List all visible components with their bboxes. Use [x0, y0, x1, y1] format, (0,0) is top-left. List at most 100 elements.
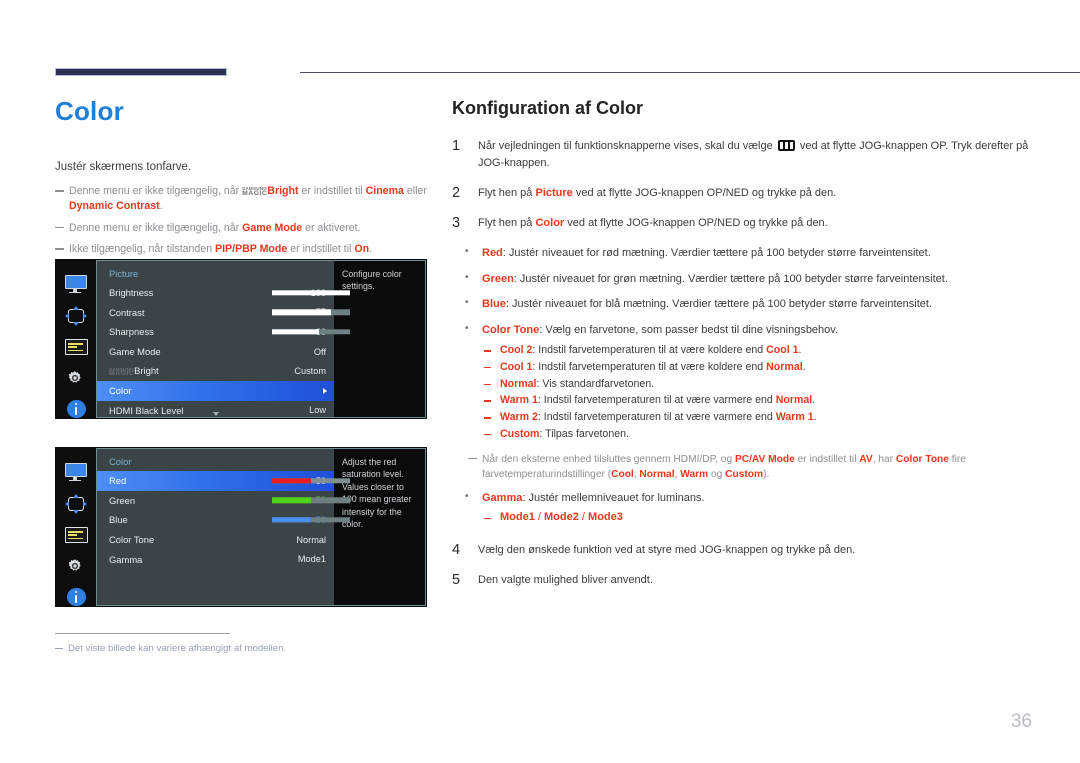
osd-picture-help: Configure color settings.	[334, 260, 426, 418]
osd-sidebar	[56, 260, 96, 418]
osd-row-red-bar[interactable]	[272, 478, 350, 484]
right-column: Konfiguration af Color 1 Når vejledninge…	[452, 98, 1030, 602]
osd-color-menu: Color Red 50 Green 50 Blue 50 Color Tone…	[55, 447, 427, 607]
footnote-text: Det viste billede kan variere afhængigt …	[55, 643, 395, 654]
note-magicbright-line2-bold: Dynamic Contrast	[69, 200, 160, 213]
jog-menu-icon	[777, 140, 795, 151]
subbullet-warm2-post: .	[813, 411, 817, 424]
gear-icon[interactable]	[64, 368, 88, 387]
osd-row-hdmi-black-level[interactable]: HDMI Black Level Low	[97, 401, 334, 421]
osd-row-contrast-label: Contrast	[109, 306, 145, 318]
osd-row-contrast[interactable]: Contrast 75	[97, 303, 350, 323]
osd-row-green[interactable]: Green 50	[97, 491, 350, 511]
subbullet-normal-bold: Normal	[500, 377, 537, 390]
gamma-mode2: Mode2	[544, 510, 579, 523]
osd-row-color-tone[interactable]: Color Tone Normal	[97, 530, 334, 550]
info-icon[interactable]	[66, 399, 86, 418]
subbullet-warm2: Warm 2: Indstil farvetemperaturen til at…	[452, 409, 1030, 426]
osd-row-gamma-value: Mode1	[297, 554, 326, 565]
note-av-b6: Warm	[680, 468, 709, 480]
osd-row-color-selected[interactable]: Color	[97, 380, 334, 401]
subbullet-warm1: Warm 1: Indstil farvetemperaturen til at…	[452, 392, 1030, 409]
page-title: Color	[55, 96, 124, 126]
gamma-mode1: Mode1	[500, 510, 535, 523]
subbullet-warm1-mid: : Indstil farvetemperaturen til at være …	[537, 394, 776, 407]
osd-list-icon[interactable]	[64, 526, 88, 543]
scroll-down-icon[interactable]	[212, 412, 219, 416]
subbullet-custom-bold: Custom	[500, 427, 540, 440]
note-gamemode-pre: Denne menu er ikke tilgængelig, når	[69, 221, 243, 234]
step-1-text: Når vejledningen til funktionsknapperne …	[478, 138, 1030, 172]
step-3-bold: Color	[535, 217, 565, 230]
four-way-arrows-icon[interactable]	[65, 306, 87, 326]
osd-row-magicbright[interactable]: SAMSUNG MAGIC Bright Custom	[97, 361, 334, 381]
osd-row-green-label: Green	[109, 494, 136, 506]
step-2-bold: Picture	[535, 187, 573, 200]
osd-row-sharpness-bar[interactable]	[272, 329, 350, 335]
step-2-post: ved at flytte JOG-knappen OP/NED og tryk…	[572, 187, 837, 200]
monitor-icon[interactable]	[64, 275, 88, 294]
chevron-right-icon	[323, 387, 327, 394]
bullet-blue: Blue: Justér niveauet for blå mætning. V…	[452, 295, 1030, 313]
osd-row-red-label: Red	[109, 475, 127, 487]
subbullet-normal: Normal: Vis standardfarvetonen.	[452, 376, 1030, 393]
gear-icon[interactable]	[64, 556, 88, 575]
header-rule-thick	[55, 68, 227, 76]
bullet-blue-bold: Blue	[482, 298, 506, 311]
osd-row-game-mode-label: Game Mode	[109, 346, 161, 358]
step-4: 4 Vælg den ønskede funktion ved at styre…	[452, 542, 1030, 559]
note-av-b4: Cool	[611, 468, 634, 480]
osd-magic-suffix: Bright	[134, 365, 159, 377]
note-magicbright-pre: Denne menu er ikke tilgængelig, når	[69, 185, 243, 197]
subbullet-cool1-bold: Cool 1	[500, 360, 533, 373]
note-av-p8: ).	[763, 468, 770, 480]
osd-picture-menu: Picture Brightness 100 Contrast 75 Sharp…	[55, 259, 427, 419]
note-pippbp-bold2: On	[354, 243, 370, 256]
osd-picture-main: Picture Brightness 100 Contrast 75 Sharp…	[96, 260, 350, 421]
osd-row-blue[interactable]: Blue 50	[97, 510, 350, 530]
osd-row-red-selected[interactable]: Red 50	[97, 471, 350, 491]
osd-row-sharpness[interactable]: Sharpness 60	[97, 322, 350, 342]
osd-list-icon[interactable]	[64, 338, 88, 355]
gamma-sep2: /	[578, 510, 589, 523]
bullet-color-tone-bold: Color Tone	[482, 323, 540, 336]
osd-row-blue-bar[interactable]	[272, 517, 350, 523]
info-icon[interactable]	[66, 587, 86, 606]
step-2-number: 2	[452, 185, 461, 202]
osd-row-green-bar[interactable]	[272, 497, 350, 504]
osd-color-main: Color Red 50 Green 50 Blue 50 Color Tone…	[96, 448, 350, 606]
footnote-block: Det viste billede kan variere afhængigt …	[55, 633, 395, 654]
step-5-text: Den valgte mulighed bliver anvendt.	[478, 574, 653, 587]
step-3-pre: Flyt hen på	[478, 217, 536, 230]
osd-row-contrast-bar[interactable]	[272, 309, 350, 316]
intro-text: Justér skærmens tonfarve.	[55, 161, 192, 173]
note-magicbright-bold2: Cinema	[365, 185, 404, 197]
note-av-b5: Normal	[639, 468, 675, 480]
bullet-color-tone-text: : Vælg en farvetone, som passer bedst ti…	[539, 323, 839, 336]
step-2: 2 Flyt hen på Picture ved at flytte JOG-…	[452, 185, 1030, 202]
bullet-green-bold: Green	[482, 272, 514, 285]
four-way-arrows-icon[interactable]	[65, 494, 87, 514]
note-magicbright-line2-post: .	[159, 200, 163, 213]
osd-row-gamma[interactable]: Gamma Mode1	[97, 549, 334, 569]
note-magicbright-bold1: Bright	[267, 185, 299, 197]
bullet-blue-text: : Justér niveauet for blå mætning. Værdi…	[505, 298, 932, 311]
osd-row-magicbright-label: SAMSUNG MAGIC Bright	[109, 365, 159, 377]
step-4-number: 4	[452, 542, 461, 559]
osd-row-brightness[interactable]: Brightness 100	[97, 283, 350, 303]
osd-row-brightness-bar[interactable]	[272, 290, 350, 296]
header-rule	[55, 68, 1080, 76]
step-5-number: 5	[452, 572, 461, 589]
osd-row-blue-label: Blue	[109, 514, 128, 526]
step-3-post: ved at flytte JOG-knappen OP/NED og tryk…	[564, 217, 828, 230]
subbullet-cool2-post: .	[798, 344, 802, 357]
step-1-number: 1	[452, 138, 461, 154]
subbullet-cool2-mid: : Indstil farvetemperaturen til at være …	[532, 344, 767, 357]
subbullet-warm2-bold: Warm 2	[500, 411, 538, 424]
monitor-icon[interactable]	[64, 463, 88, 482]
osd-row-game-mode[interactable]: Game Mode Off	[97, 342, 334, 362]
osd-row-sharpness-label: Sharpness	[109, 326, 154, 338]
osd-row-hdmi-black-level-value: Low	[309, 405, 326, 416]
gamma-modes: Mode1 / Mode2 / Mode3	[452, 509, 1030, 527]
step-2-text: Flyt hen på Picture ved at flytte JOG-kn…	[478, 185, 836, 202]
